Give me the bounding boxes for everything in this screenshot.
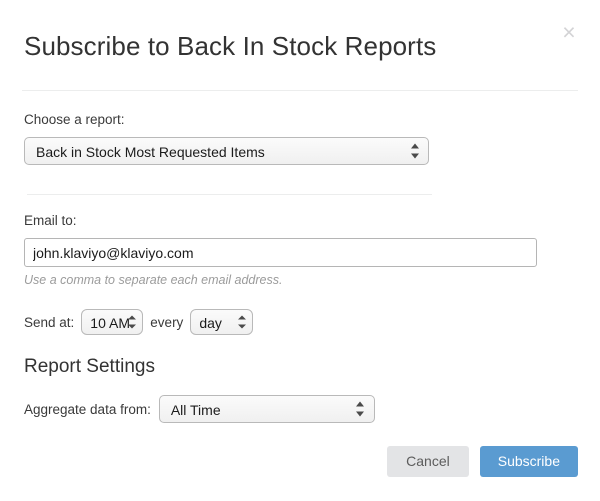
dialog-body-lower: Email to: Use a comma to separate each e…: [0, 212, 600, 423]
cancel-button[interactable]: Cancel: [387, 446, 469, 477]
report-select-value: Back in Stock Most Requested Items: [25, 138, 428, 159]
dialog-header: Subscribe to Back In Stock Reports ×: [0, 0, 600, 62]
report-settings-heading: Report Settings: [24, 355, 576, 379]
close-icon[interactable]: ×: [556, 19, 582, 45]
send-time-select[interactable]: 10 AM: [81, 309, 143, 335]
dialog-body: Choose a report: Back in Stock Most Requ…: [0, 111, 600, 170]
dialog-footer: Cancel Subscribe: [387, 446, 578, 477]
email-input[interactable]: [24, 238, 537, 267]
chevron-updown-icon: [410, 144, 419, 159]
section-divider: [27, 194, 432, 195]
email-field-group: Email to: Use a comma to separate each e…: [24, 212, 576, 288]
every-label: every: [150, 315, 183, 330]
page-title: Subscribe to Back In Stock Reports: [24, 30, 576, 62]
subscribe-reports-dialog: Subscribe to Back In Stock Reports × Cho…: [0, 0, 600, 501]
report-select[interactable]: Back in Stock Most Requested Items: [24, 137, 429, 165]
chevron-updown-icon: [356, 402, 365, 417]
aggregate-label: Aggregate data from:: [24, 402, 151, 417]
email-field-label: Email to:: [24, 212, 576, 230]
aggregate-value: All Time: [160, 396, 374, 417]
header-divider: [22, 90, 578, 91]
report-field-group: Choose a report: Back in Stock Most Requ…: [24, 111, 576, 170]
schedule-row: Send at: 10 AM every day: [24, 309, 576, 335]
aggregate-select[interactable]: All Time: [159, 395, 375, 423]
report-field-label: Choose a report:: [24, 111, 576, 129]
chevron-updown-icon: [238, 316, 246, 329]
email-help-text: Use a comma to separate each email addre…: [24, 272, 576, 288]
subscribe-button[interactable]: Subscribe: [480, 446, 578, 477]
chevron-updown-icon: [128, 316, 136, 329]
aggregate-row: Aggregate data from: All Time: [24, 395, 576, 423]
frequency-select[interactable]: day: [190, 309, 253, 335]
send-at-label: Send at:: [24, 315, 74, 330]
